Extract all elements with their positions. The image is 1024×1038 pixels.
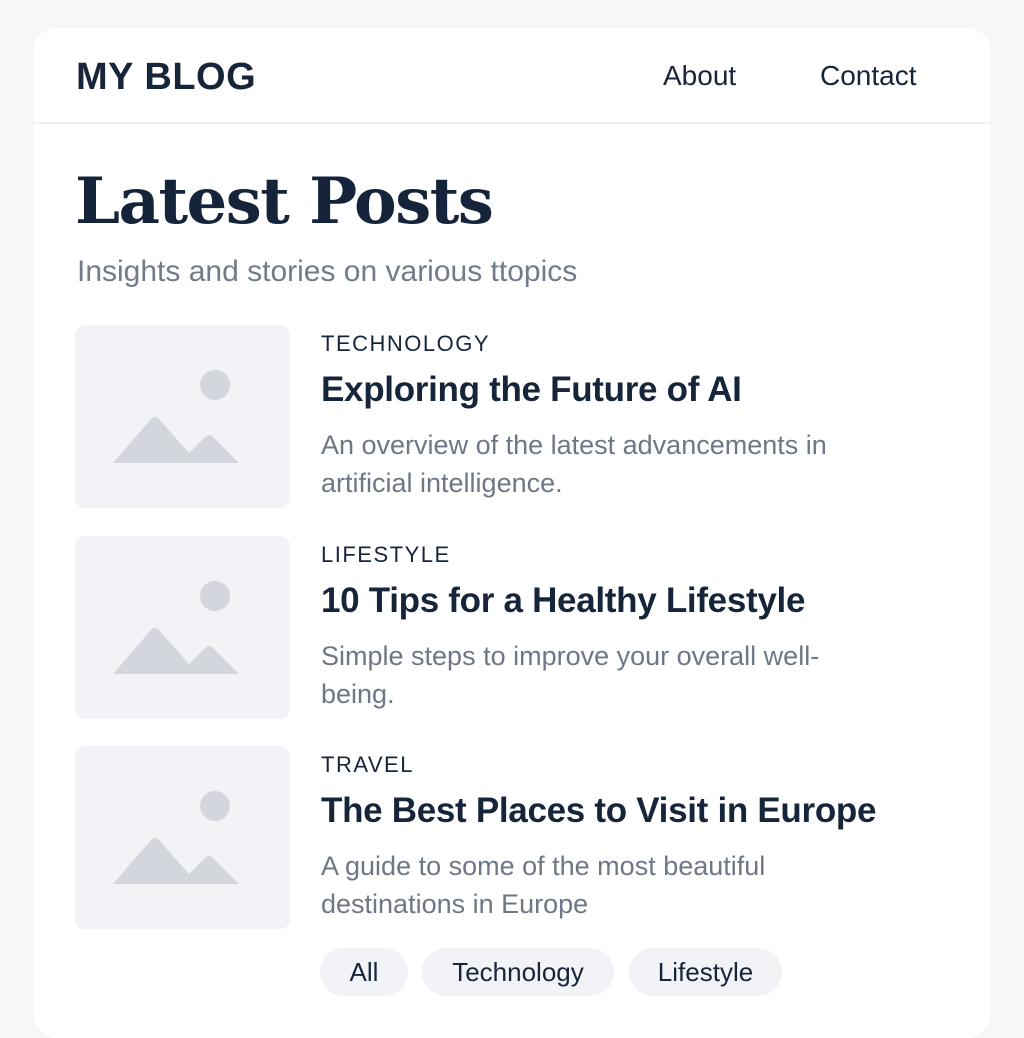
post-card[interactable]: LIFESTYLE 10 Tips for a Healthy Lifestyl… (75, 536, 955, 720)
post-category: LIFESTYLE (321, 542, 451, 567)
filter-chip-technology[interactable]: Technology (422, 948, 614, 996)
site-header: MY BLOG About Contact (34, 28, 990, 124)
post-title[interactable]: Exploring the Future of AI (321, 369, 961, 411)
post-thumbnail[interactable] (75, 325, 290, 508)
post-title[interactable]: 10 Tips for a Healthy Lifestyle (321, 580, 961, 622)
nav-link-about[interactable]: About (663, 59, 736, 93)
nav-link-contact[interactable]: Contact (820, 59, 917, 93)
post-card[interactable]: TECHNOLOGY Exploring the Future of AI An… (75, 325, 955, 509)
post-thumbnail[interactable] (75, 536, 290, 719)
post-card[interactable]: TRAVEL The Best Places to Visit in Europ… (75, 746, 955, 930)
post-description: An overview of the latest advancements i… (321, 430, 827, 498)
post-category: TECHNOLOGY (321, 331, 491, 356)
post-thumbnail[interactable] (75, 746, 290, 929)
image-placeholder-icon (113, 370, 239, 463)
post-category: TRAVEL (321, 752, 414, 777)
filter-chip-lifestyle[interactable]: Lifestyle (629, 948, 782, 996)
post-title[interactable]: The Best Places to Visit in Europe (321, 790, 961, 832)
page-subtitle: Insights and stories on various ttopics (77, 255, 578, 288)
site-logo[interactable]: MY BLOG (76, 55, 256, 99)
blog-card: MY BLOG About Contact Latest Posts Insig… (34, 28, 990, 1038)
post-description: Simple steps to improve your overall wel… (321, 641, 820, 709)
filter-chip-all[interactable]: All (320, 948, 408, 996)
image-placeholder-icon (113, 581, 239, 674)
image-placeholder-icon (113, 791, 239, 884)
post-description: A guide to some of the most beautiful de… (321, 851, 766, 919)
page-title: Latest Posts (75, 164, 494, 239)
